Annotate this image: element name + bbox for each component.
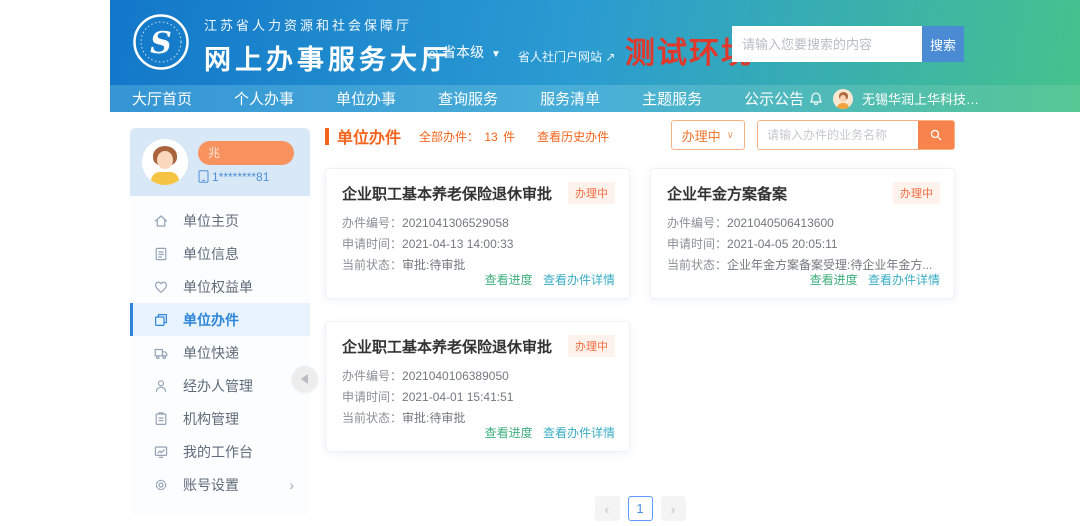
svg-text:S: S bbox=[150, 26, 172, 61]
heart-icon bbox=[153, 279, 169, 295]
nav-item-query[interactable]: 查询服务 bbox=[438, 88, 498, 109]
case-card[interactable]: 企业职工基本养老保险退休审批 办理中 办件编号：2021041306529058… bbox=[325, 168, 630, 299]
document-icon bbox=[153, 246, 169, 262]
view-progress-link[interactable]: 查看进度 bbox=[485, 273, 533, 287]
profile-card: 兆 1********81 bbox=[130, 128, 310, 196]
sidebar-item-unit-home[interactable]: 单位主页 bbox=[130, 204, 310, 237]
nav-item-theme[interactable]: 主题服务 bbox=[642, 88, 702, 109]
location-pin-icon: ◎ bbox=[426, 44, 438, 60]
status-badge: 办理中 bbox=[893, 182, 940, 204]
location-label: 省本级 bbox=[442, 44, 484, 60]
magnifier-icon bbox=[929, 128, 943, 142]
view-detail-link[interactable]: 查看办件详情 bbox=[868, 273, 940, 287]
current-status: 企业年金方案备案受理:待企业年金方... bbox=[727, 258, 932, 272]
portal-site-link[interactable]: 省人社门户网站 ↗ bbox=[518, 48, 615, 65]
header-banner: S 江苏省人力资源和社会保障厅 网上办事服务大厅 ◎ 省本级 ▼ 省人社门户网站… bbox=[110, 0, 1080, 85]
total-count-value: 13 bbox=[484, 130, 497, 144]
sidebar-item-my-workbench[interactable]: 我的工作台 bbox=[130, 435, 310, 468]
org-name: 江苏省人力资源和社会保障厅 bbox=[204, 15, 452, 34]
nav-user-area: 无锡华润上华科技… bbox=[808, 85, 979, 112]
pagination-page-1[interactable]: 1 bbox=[628, 496, 653, 521]
brand-block: 江苏省人力资源和社会保障厅 网上办事服务大厅 bbox=[204, 15, 452, 77]
profile-avatar bbox=[142, 139, 188, 185]
current-status: 审批:待审批 bbox=[402, 411, 465, 425]
filter-controls: 办理中 ∨ bbox=[671, 120, 955, 150]
case-search-button[interactable] bbox=[918, 121, 954, 149]
sidebar-item-unit-info[interactable]: 单位信息 bbox=[130, 237, 310, 270]
masked-phone: 1********81 bbox=[198, 170, 294, 184]
view-progress-link[interactable]: 查看进度 bbox=[810, 273, 858, 287]
apply-time: 2021-04-13 14:00:33 bbox=[402, 237, 513, 251]
case-number: 2021041306529058 bbox=[402, 216, 509, 230]
pagination: ‹ 1 › bbox=[325, 496, 955, 521]
nav-items: 大厅首页 个人办事 单位办事 查询服务 服务清单 主题服务 公示公告 bbox=[132, 88, 846, 109]
hr-bureau-logo-icon: S bbox=[132, 13, 190, 71]
clipboard-icon bbox=[153, 411, 169, 427]
sidebar-item-unit-rights[interactable]: 单位权益单 bbox=[130, 270, 310, 303]
nav-item-service-list[interactable]: 服务清单 bbox=[540, 88, 600, 109]
page: S 江苏省人力资源和社会保障厅 网上办事服务大厅 ◎ 省本级 ▼ 省人社门户网站… bbox=[0, 0, 1080, 526]
case-number: 2021040106389050 bbox=[402, 369, 509, 383]
sidebar-item-account-settings[interactable]: 账号设置 › bbox=[130, 468, 310, 501]
submenu-chevron-icon: › bbox=[289, 477, 294, 493]
apply-time: 2021-04-01 15:41:51 bbox=[402, 390, 513, 404]
case-number: 2021040506413600 bbox=[727, 216, 834, 230]
view-history-link[interactable]: 查看历史办件 bbox=[537, 128, 609, 145]
global-search: 搜索 bbox=[732, 26, 964, 62]
panel-header: 单位办件 全部办件： 13 件 查看历史办件 办理中 ∨ bbox=[325, 120, 955, 152]
case-card[interactable]: 企业年金方案备案 办理中 办件编号：2021040506413600 申请时间：… bbox=[650, 168, 955, 299]
view-detail-link[interactable]: 查看办件详情 bbox=[543, 426, 615, 440]
nav-item-home[interactable]: 大厅首页 bbox=[132, 88, 192, 109]
nav-item-announcements[interactable]: 公示公告 bbox=[744, 88, 804, 109]
status-filter-select[interactable]: 办理中 ∨ bbox=[671, 120, 745, 150]
case-card-list: 企业职工基本养老保险退休审批 办理中 办件编号：2021041306529058… bbox=[325, 168, 955, 452]
phone-icon bbox=[198, 170, 209, 183]
sidebar-item-unit-express[interactable]: 单位快递 bbox=[130, 336, 310, 369]
person-icon bbox=[153, 378, 169, 394]
global-search-button[interactable]: 搜索 bbox=[922, 26, 964, 62]
masked-name-pill: 兆 bbox=[198, 141, 294, 165]
copy-icon bbox=[153, 312, 169, 328]
apply-time: 2021-04-05 20:05:11 bbox=[727, 237, 838, 251]
location-selector[interactable]: ◎ 省本级 ▼ bbox=[426, 42, 501, 62]
status-badge: 办理中 bbox=[568, 335, 615, 357]
total-count-label: 全部办件： 13 件 bbox=[419, 128, 515, 145]
global-search-input[interactable] bbox=[732, 26, 922, 62]
sidebar: 兆 1********81 单位主页 单位信息 单位权益单 bbox=[130, 128, 310, 515]
sidebar-item-agent-management[interactable]: 经办人管理 bbox=[130, 369, 310, 402]
notification-bell-icon[interactable] bbox=[808, 91, 824, 107]
sidebar-item-unit-cases[interactable]: 单位办件 bbox=[130, 303, 310, 336]
main-panel: 单位办件 全部办件： 13 件 查看历史办件 办理中 ∨ bbox=[325, 120, 955, 521]
nav-item-unit[interactable]: 单位办事 bbox=[336, 88, 396, 109]
home-icon bbox=[153, 213, 169, 229]
title-accent-bar bbox=[325, 128, 329, 145]
user-avatar[interactable] bbox=[833, 89, 853, 109]
sidebar-collapse-button[interactable] bbox=[292, 366, 318, 392]
current-status: 审批:待审批 bbox=[402, 258, 465, 272]
portal-title: 网上办事服务大厅 bbox=[204, 38, 452, 77]
pagination-next-button[interactable]: › bbox=[661, 496, 686, 521]
view-progress-link[interactable]: 查看进度 bbox=[485, 426, 533, 440]
pagination-prev-button[interactable]: ‹ bbox=[595, 496, 620, 521]
chevron-down-icon: ▼ bbox=[491, 49, 501, 60]
external-link-icon: ↗ bbox=[605, 50, 615, 64]
gear-icon bbox=[153, 477, 169, 493]
main-nav: 大厅首页 个人办事 单位办事 查询服务 服务清单 主题服务 公示公告 无锡华润上… bbox=[110, 85, 1080, 112]
section-title: 单位办件 bbox=[337, 124, 401, 148]
truck-icon bbox=[153, 345, 169, 361]
sidebar-menu: 单位主页 单位信息 单位权益单 单位办件 单位快递 经办人管理 bbox=[130, 196, 310, 515]
case-card[interactable]: 企业职工基本养老保险退休审批 办理中 办件编号：2021040106389050… bbox=[325, 321, 630, 452]
view-detail-link[interactable]: 查看办件详情 bbox=[543, 273, 615, 287]
logged-in-company-name[interactable]: 无锡华润上华科技… bbox=[862, 89, 979, 108]
sidebar-item-org-management[interactable]: 机构管理 bbox=[130, 402, 310, 435]
case-search-input[interactable] bbox=[758, 121, 918, 149]
status-badge: 办理中 bbox=[568, 182, 615, 204]
nav-item-personal[interactable]: 个人办事 bbox=[234, 88, 294, 109]
select-caret-icon: ∨ bbox=[727, 130, 734, 141]
workbench-icon bbox=[153, 444, 169, 460]
